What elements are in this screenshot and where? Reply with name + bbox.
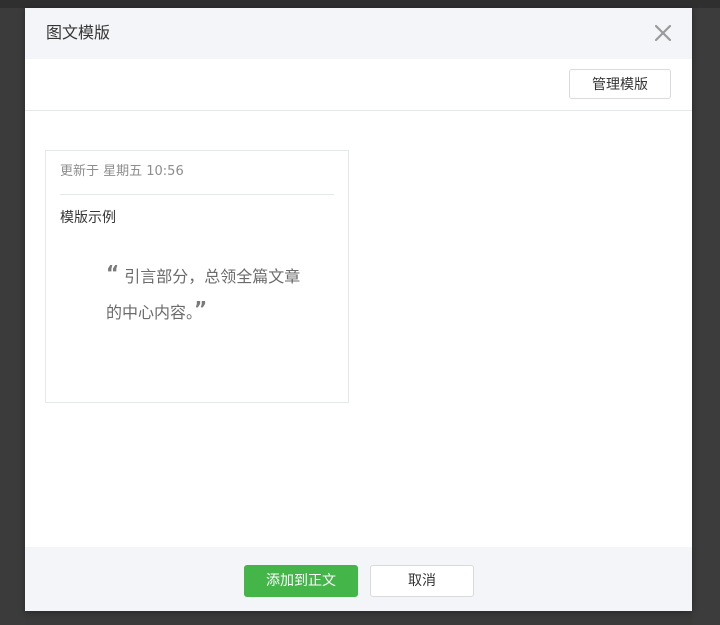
template-list: 更新于 星期五 10:56 模版示例 “ 引言部分，总领全篇文章 的中心内容。”: [25, 111, 692, 546]
backdrop-right-edge: [692, 8, 720, 625]
close-icon: [654, 24, 672, 42]
card-divider: [60, 194, 334, 195]
quote-text-2: 的中心内容。: [106, 303, 195, 322]
cancel-button[interactable]: 取消: [370, 565, 474, 597]
manage-templates-button[interactable]: 管理模版: [569, 69, 671, 99]
template-card[interactable]: 更新于 星期五 10:56 模版示例 “ 引言部分，总领全篇文章 的中心内容。”: [45, 150, 349, 403]
dialog-header: 图文模版: [25, 8, 692, 59]
template-title: 模版示例: [60, 210, 116, 226]
template-updated-time: 更新于 星期五 10:56: [60, 164, 184, 179]
dialog-title: 图文模版: [46, 23, 111, 42]
quote-open-mark: “: [106, 261, 120, 285]
backdrop-left-edge: [0, 8, 25, 625]
template-quote-preview: “ 引言部分，总领全篇文章 的中心内容。”: [106, 257, 326, 329]
dialog-toolbar: 管理模版: [25, 59, 692, 111]
quote-line-2: 的中心内容。”: [106, 293, 326, 329]
template-dialog: 图文模版 管理模版 更新于 星期五 10:56 模版示例 “ 引言部分，总领全篇…: [25, 8, 692, 611]
dialog-footer: 添加到正文 取消: [25, 547, 692, 611]
quote-text-1: 引言部分，总领全篇文章: [124, 267, 301, 286]
quote-line-1: “ 引言部分，总领全篇文章: [106, 257, 326, 293]
backdrop-top-strip: [0, 0, 720, 8]
quote-close-mark: ”: [194, 297, 208, 321]
close-button[interactable]: [652, 22, 674, 44]
add-to-body-button[interactable]: 添加到正文: [244, 565, 358, 597]
